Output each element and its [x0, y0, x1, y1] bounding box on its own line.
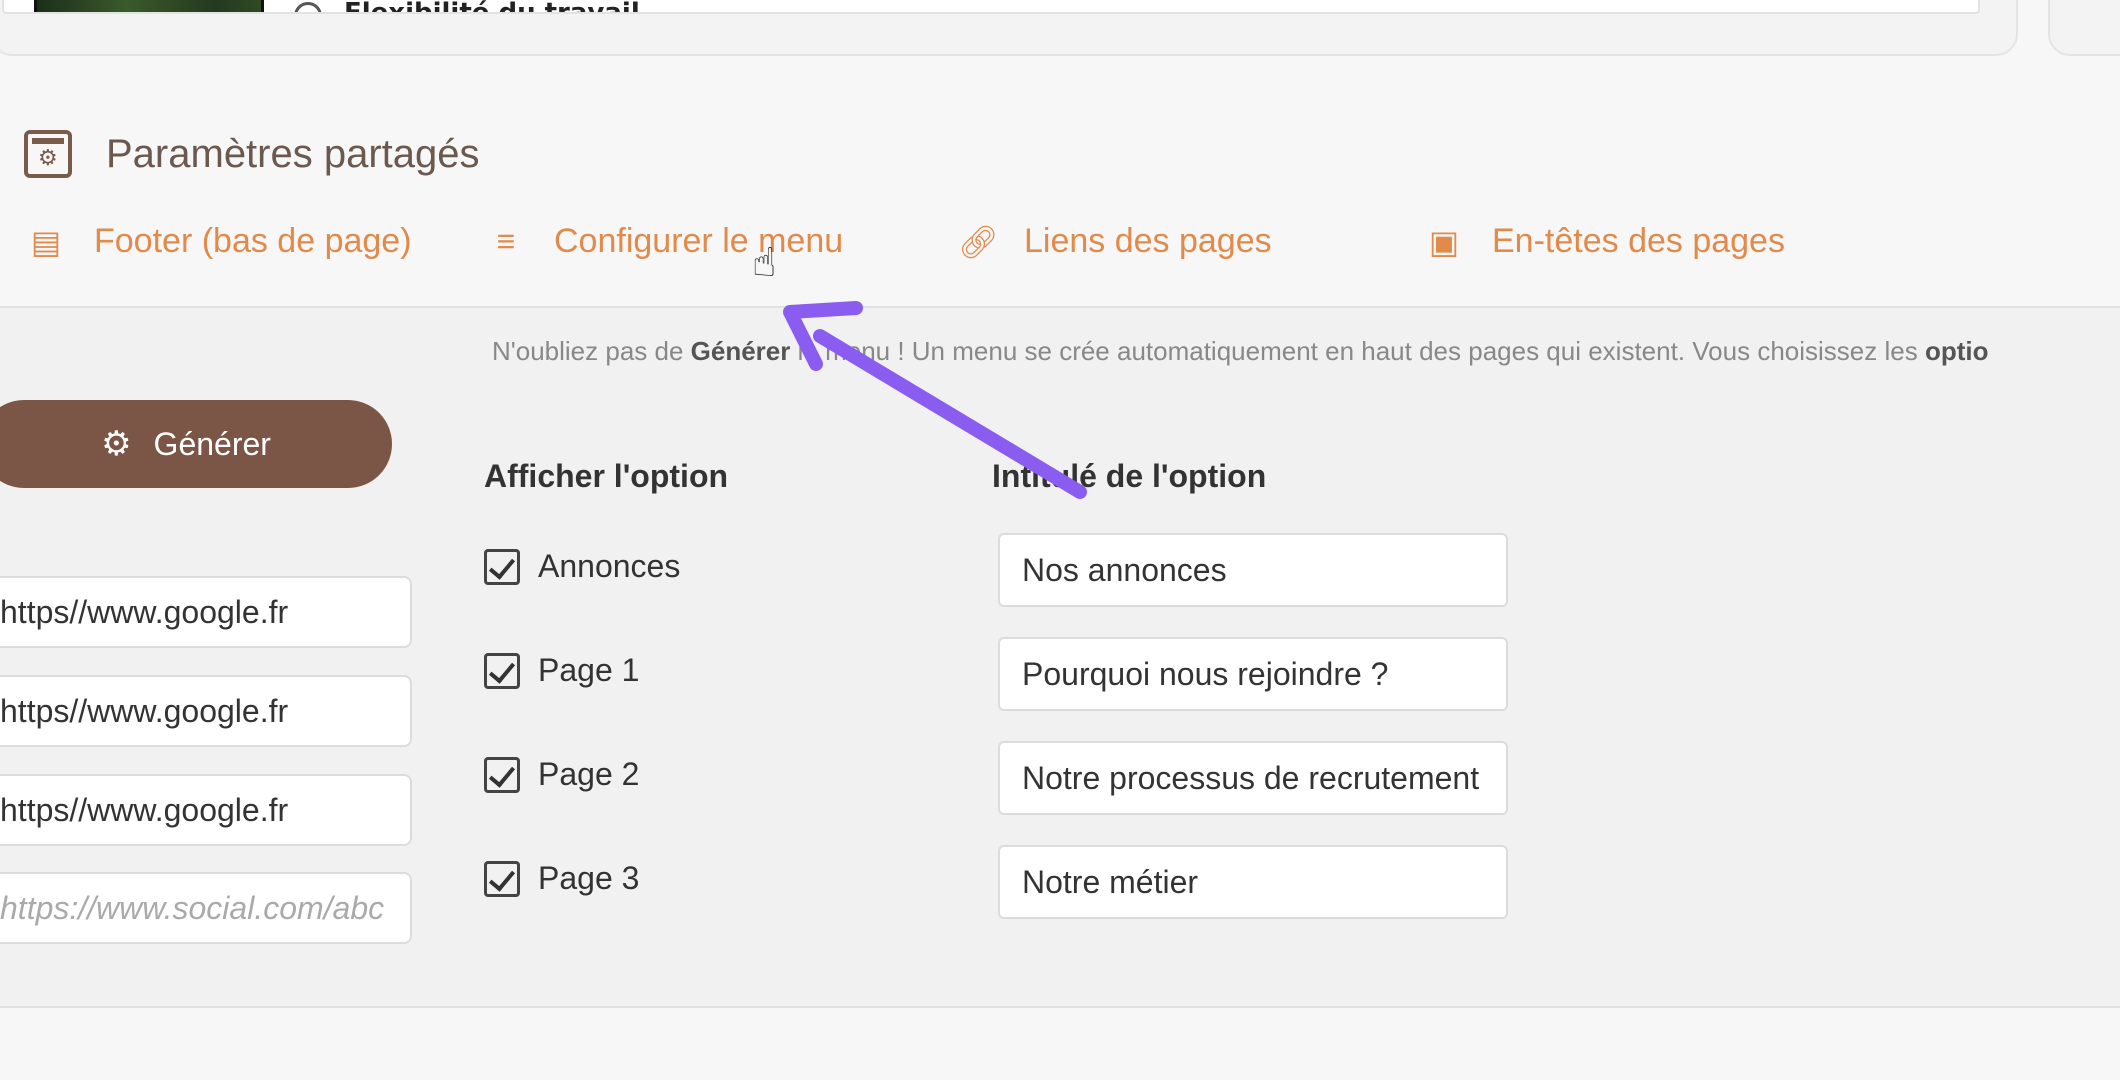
page: Flexibilité du travail ▾ ⚙ Paramètres pa… [0, 0, 2120, 1080]
option-name: Page 2 [538, 756, 640, 792]
option-checkbox-page-3[interactable] [484, 860, 520, 897]
option-label-input-annonces[interactable] [998, 533, 1508, 607]
column-header-show: Afficher l'option [484, 458, 729, 494]
tab-footer[interactable]: ▤ Footer (bas de page) [28, 222, 412, 261]
generate-button[interactable]: ⚙ Générer [0, 400, 392, 488]
option-name: Page 1 [538, 652, 640, 688]
menu-lines-icon: ≡ [496, 223, 516, 259]
tab-configure-menu-label: Configurer le menu [554, 222, 844, 260]
url-input-3[interactable] [0, 774, 412, 846]
gears-icon: ⚙ [101, 425, 132, 463]
notice-prefix: N'oubliez pas de [492, 336, 691, 366]
option-label-input-page-2[interactable] [998, 741, 1508, 815]
section-header: ⚙ Paramètres partagés [24, 130, 480, 178]
menu-notice: N'oubliez pas de Générer le menu ! Un me… [492, 336, 1988, 367]
image-icon: ▣ [1428, 223, 1460, 260]
url-input-4[interactable] [0, 872, 412, 944]
option-row-annonces: Annonces [484, 548, 680, 585]
tab-bar: ▤ Footer (bas de page) ≡ Configurer le m… [0, 222, 2120, 272]
tab-page-headers[interactable]: ▣ En-têtes des pages [1426, 222, 1785, 261]
option-name: Page 3 [538, 860, 640, 896]
option-label-input-page-1[interactable] [998, 637, 1508, 711]
url-input-2[interactable] [0, 675, 412, 747]
top-card: Flexibilité du travail ▾ [0, 0, 2018, 56]
hand-cursor-icon: ☝ [752, 240, 777, 286]
chevron-down-icon[interactable]: ▾ [1958, 0, 1966, 3]
top-item-thumbnail [34, 0, 264, 12]
tab-configure-menu[interactable]: ≡ Configurer le menu [488, 222, 844, 261]
option-name: Annonces [538, 548, 681, 584]
option-checkbox-page-1[interactable] [484, 652, 520, 689]
option-checkbox-annonces[interactable] [484, 548, 520, 585]
section-title: Paramètres partagés [106, 131, 480, 176]
right-card [2048, 0, 2120, 56]
column-header-label: Intitulé de l'option [992, 458, 1267, 494]
generate-button-label: Générer [153, 425, 271, 462]
option-row-page-1: Page 1 [484, 652, 639, 689]
notice-middle: le menu ! Un menu se crée automatiquemen… [790, 336, 1925, 366]
notice-bold-generate: Générer [690, 336, 791, 366]
calendar-icon: ▤ [30, 223, 62, 260]
notice-bold-options: optio [1924, 336, 1989, 366]
option-label-input-page-3[interactable] [998, 845, 1508, 919]
tab-page-headers-label: En-têtes des pages [1492, 222, 1785, 260]
settings-page-icon: ⚙ [24, 130, 72, 178]
option-row-page-2: Page 2 [484, 756, 639, 793]
option-row-page-3: Page 3 [484, 860, 639, 897]
tab-page-links[interactable]: 🔗︎ Liens des pages [958, 222, 1272, 261]
clock-icon [294, 2, 322, 12]
tab-page-links-label: Liens des pages [1024, 222, 1272, 260]
tab-footer-label: Footer (bas de page) [94, 222, 412, 260]
top-item-row[interactable]: Flexibilité du travail ▾ [2, 0, 1980, 14]
option-checkbox-page-2[interactable] [484, 756, 520, 793]
url-input-1[interactable] [0, 576, 412, 648]
link-icon: 🔗︎ [958, 223, 999, 260]
top-item-title: Flexibilité du travail [344, 0, 640, 12]
